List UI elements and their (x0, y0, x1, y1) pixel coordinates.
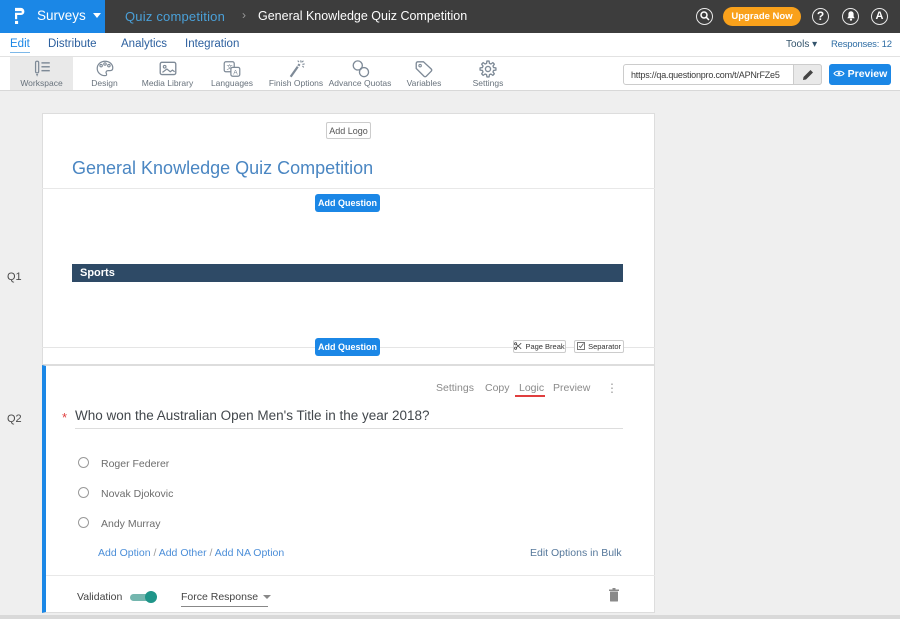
svg-text:A: A (233, 69, 238, 76)
